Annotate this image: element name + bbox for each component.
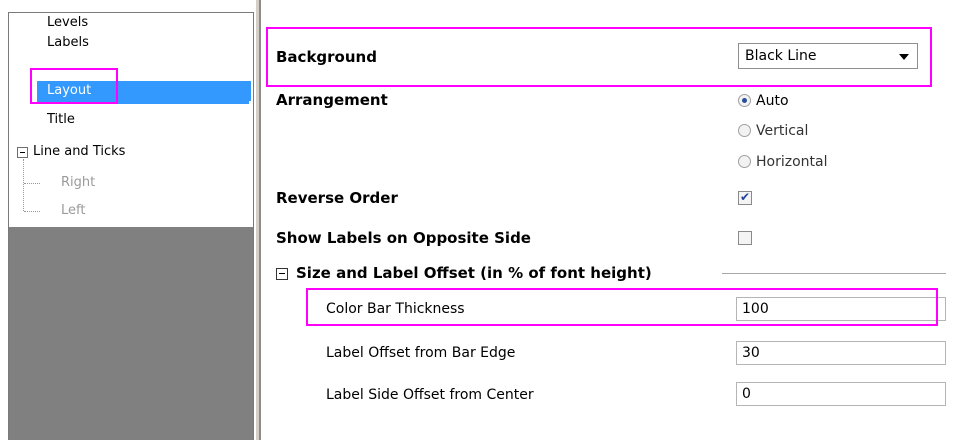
color-bar-thickness-input[interactable]: 100 xyxy=(736,297,946,321)
radio-vertical[interactable]: Vertical xyxy=(738,122,808,140)
radio-vertical-label: Vertical xyxy=(756,123,809,139)
background-label: Background xyxy=(276,48,377,66)
label-side-offset-label: Label Side Offset from Center xyxy=(326,387,534,403)
label-offset-bar-edge-label: Label Offset from Bar Edge xyxy=(326,345,516,361)
reverse-order-checkbox[interactable]: ✔ xyxy=(738,190,752,205)
reverse-order-label: Reverse Order xyxy=(276,189,398,207)
tree-item-title[interactable]: Title xyxy=(47,110,75,130)
tree-item-levels[interactable]: Levels xyxy=(47,13,88,33)
label-side-offset-input[interactable]: 0 xyxy=(736,382,946,406)
radio-empty-icon xyxy=(738,155,751,168)
radio-auto-label: Auto xyxy=(756,93,789,109)
show-labels-opposite-checkbox[interactable] xyxy=(738,231,752,245)
background-dropdown-value: Black Line xyxy=(745,48,817,64)
tree-connector-right xyxy=(24,183,40,184)
arrangement-label: Arrangement xyxy=(276,91,388,109)
radio-auto[interactable]: Auto xyxy=(738,92,789,110)
collapse-icon[interactable] xyxy=(17,147,28,158)
background-dropdown[interactable]: Black Line xyxy=(738,43,918,69)
show-labels-opposite-label: Show Labels on Opposite Side xyxy=(276,229,531,247)
section-divider xyxy=(722,273,946,274)
checkmark-icon: ✔ xyxy=(740,190,751,204)
collapse-section-icon[interactable] xyxy=(276,268,288,280)
tree-list: Levels Labels Layout Title Line and Tick… xyxy=(9,13,253,227)
tree-item-right[interactable]: Right xyxy=(61,173,95,193)
radio-horizontal-label: Horizontal xyxy=(756,154,828,170)
radio-selected-icon xyxy=(738,94,751,107)
tree-item-labels[interactable]: Labels xyxy=(47,33,89,53)
chevron-down-icon xyxy=(899,54,909,60)
tree-item-layout[interactable]: Layout xyxy=(37,81,251,101)
size-section-label: Size and Label Offset (in % of font heig… xyxy=(296,264,652,282)
radio-horizontal[interactable]: Horizontal xyxy=(738,153,827,171)
tree-item-line-and-ticks[interactable]: Line and Ticks xyxy=(33,142,125,162)
tree-item-left[interactable]: Left xyxy=(61,201,85,221)
tree-panel: Levels Labels Layout Title Line and Tick… xyxy=(8,12,254,440)
tree-connector-left xyxy=(24,211,40,212)
label-offset-bar-edge-input[interactable]: 30 xyxy=(736,341,946,365)
color-bar-thickness-label: Color Bar Thickness xyxy=(326,301,465,317)
radio-empty-icon xyxy=(738,124,751,137)
tree-connector-line xyxy=(23,159,24,211)
